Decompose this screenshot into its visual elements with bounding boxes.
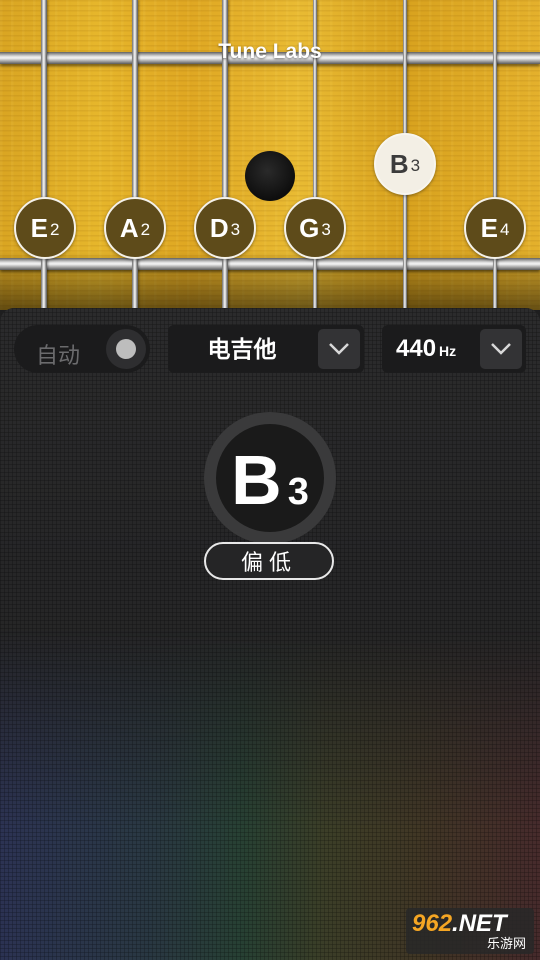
string-note-octave: 3 [230,220,241,239]
toggle-knob [106,329,146,369]
string-button-e2[interactable]: E2 [14,197,76,259]
reference-frequency-dropdown[interactable]: 440 Hz [382,325,526,373]
chevron-down-icon[interactable] [480,329,522,369]
fret-bar-bottom [0,258,540,270]
watermark-number: 962 [412,910,453,937]
instrument-dropdown[interactable]: 电吉他 [168,325,364,373]
string-note-letter: G [299,212,320,243]
app-title: Tune Labs [218,40,322,63]
current-note-display: B 3 [204,412,336,544]
auto-mode-label: 自动 [36,343,81,368]
string-note-letter: D [209,212,229,243]
tuning-status-badge: 偏低 [204,542,334,580]
string-button-g3[interactable]: G3 [284,197,346,259]
frequency-unit: Hz [439,343,457,359]
current-note-octave: 3 [287,470,309,513]
chevron-down-icon[interactable] [318,329,360,369]
string-note-octave: 3 [410,156,421,175]
string-note-letter: E [30,212,48,243]
fret-inlay-dot [245,151,295,201]
fretboard: Tune Labs E2 A2 D3 G3 B3 E4 [0,0,540,310]
string-note-letter: B [389,148,409,179]
string-button-d3[interactable]: D3 [194,197,256,259]
string-button-b3[interactable]: B3 [374,133,436,195]
string-note-octave: 3 [321,220,331,239]
string-note-octave: 2 [49,220,60,239]
string-note-octave: 2 [140,220,151,239]
instrument-value: 电吉他 [207,336,277,362]
tuner-panel: 自动 电吉他 440 Hz B 3 偏低 [0,308,540,960]
string-button-e4[interactable]: E4 [464,197,526,259]
string-button-a2[interactable]: A2 [104,197,166,259]
watermark-logo: 962.NET 乐游网 [406,908,534,954]
current-note-letter: B [231,441,282,519]
string-note-letter: E [480,212,498,243]
spectrum-grid [0,308,540,960]
frequency-value: 440 [396,335,437,362]
auto-mode-toggle[interactable]: 自动 [14,325,150,373]
frequency-display: 440 Hz [396,325,456,373]
watermark-subtext: 乐游网 [486,936,526,951]
string-note-octave: 4 [499,220,510,239]
string-note-letter: A [119,212,139,243]
current-note-inner: B 3 [216,424,324,532]
